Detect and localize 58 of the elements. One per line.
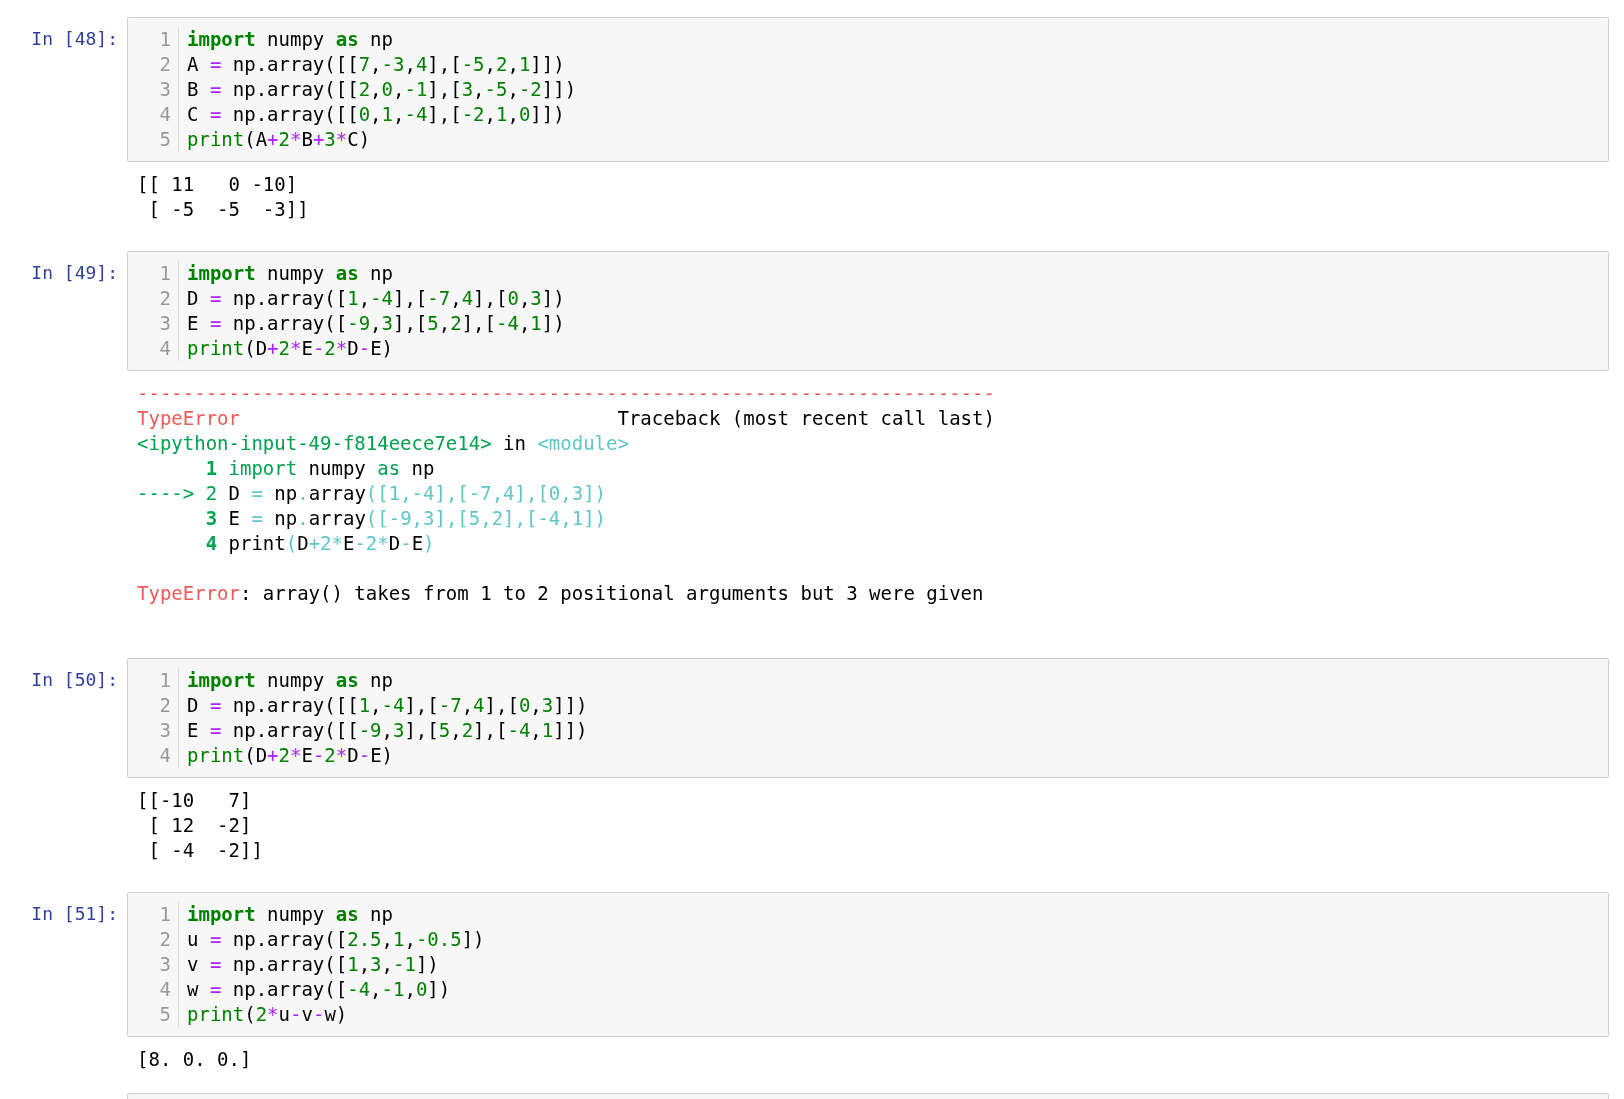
code-line: u = np.array([2.5,1,-0.5]) (187, 928, 485, 950)
line-number: 1 (158, 261, 171, 286)
line-number: 2 (158, 286, 171, 311)
code-line: E = np.array([-9,3],[5,2],[-4,1]) (187, 312, 565, 334)
code-line: print(A+2*B+3*C) (187, 128, 371, 150)
code-line: A = np.array([[7,-3,4],[-5,2,1]]) (187, 53, 565, 75)
traceback-line: 4 print(D+2*E-2*D-E) (204, 532, 435, 554)
line-number: 1 (158, 27, 171, 52)
code-line: w = np.array([-4,-1,0]) (187, 978, 451, 1000)
line-number: 5 (158, 1002, 171, 1027)
output-line: [[-10 7] (137, 789, 252, 811)
code-line: import numpy as np (187, 903, 393, 925)
line-number: 2 (158, 52, 171, 77)
code-line: import numpy as np (187, 669, 393, 691)
line-number: 4 (158, 977, 171, 1002)
code-line: D = np.array([1,-4],[-7,4],[0,3]) (187, 287, 565, 309)
line-number: 3 (158, 311, 171, 336)
code-line: import numpy as np (187, 28, 393, 50)
error-message: TypeError: array() takes from 1 to 2 positional arguments but 3 were given (137, 582, 984, 604)
output-line: [ -4 -2]] (147, 839, 263, 861)
line-number: 4 (158, 743, 171, 768)
input-prompt: In [50]: (31, 668, 118, 692)
line-number: 4 (158, 336, 171, 361)
traceback-line: ----> 2 D = np.array([1,-4],[-7,4],[0,3]) (137, 482, 607, 504)
code-line: v = np.array([1,3,-1]) (187, 953, 439, 975)
traceback-line: <ipython-input-49-f814eece7e14> in <module> (137, 432, 629, 454)
output-line: [ -5 -5 -3]] (147, 198, 309, 220)
code-line: print(2*u-v-w) (187, 1003, 348, 1025)
traceback-line: --------------------------------------------------------------------------- (137, 382, 995, 404)
input-prompt: In [48]: (31, 27, 118, 51)
code-line: print(D+2*E-2*D-E) (187, 744, 394, 766)
traceback-line: 3 E = np.array([-9,3],[5,2],[-4,1]) (204, 507, 607, 529)
traceback-line: 1 import numpy as np (204, 457, 435, 479)
code-line: E = np.array([[-9,3],[5,2],[-4,1]]) (187, 719, 588, 741)
line-number: 1 (158, 902, 171, 927)
code-cell[interactable]: 1 2 3 4 5 import numpy as np A = np.array([[7,-3,4],[-5,2,1]]) B = np.array([[2,0,-1],[3,-5,-2]]) C = np.array([[0,1,-4],[-2,1,0]]) print(A+2*B+3*C) (127, 17, 1609, 162)
line-number: 4 (158, 102, 171, 127)
code-line: print(D+2*E-2*D-E) (187, 337, 394, 359)
line-number: 3 (158, 718, 171, 743)
line-number: 3 (158, 952, 171, 977)
output-line: [[ 11 0 -10] (137, 173, 298, 195)
code-cell[interactable]: 1 2 3 4 import numpy as np D = np.array([1,-4],[-7,4],[0,3]) E = np.array([-9,3],[5,2],[-4,1]) print(D+2*E-2*D-E) (127, 251, 1609, 371)
code-cell[interactable]: 1 2 3 4 5 import numpy as np u = np.array([2.5,1,-0.5]) v = np.array([1,3,-1]) w = np.array([-4,-1,0]) print(2*u-v-w) (127, 892, 1609, 1037)
code-line: D = np.array([[1,-4],[-7,4],[0,3]]) (187, 694, 588, 716)
line-number: 2 (158, 927, 171, 952)
line-number: 2 (158, 693, 171, 718)
input-prompt: In [49]: (31, 261, 118, 285)
traceback-line: TypeError Traceback (most recent call last) (137, 407, 995, 429)
code-line: B = np.array([[2,0,-1],[3,-5,-2]]) (187, 78, 577, 100)
line-number: 3 (158, 77, 171, 102)
code-cell[interactable]: 1 2 3 4 import numpy as np D = np.array([[1,-4],[-7,4],[0,3]]) E = np.array([[-9,3],[5,2],[-4,1]]) print(D+2*E-2*D-E) (127, 658, 1609, 778)
code-line: import numpy as np (187, 262, 393, 284)
code-line: C = np.array([[0,1,-4],[-2,1,0]]) (187, 103, 565, 125)
input-prompt: In [51]: (31, 902, 118, 926)
line-number: 1 (158, 668, 171, 693)
line-number: 5 (158, 127, 171, 152)
output-line: [8. 0. 0.] (137, 1048, 252, 1070)
output-line: [ 12 -2] (147, 814, 252, 836)
